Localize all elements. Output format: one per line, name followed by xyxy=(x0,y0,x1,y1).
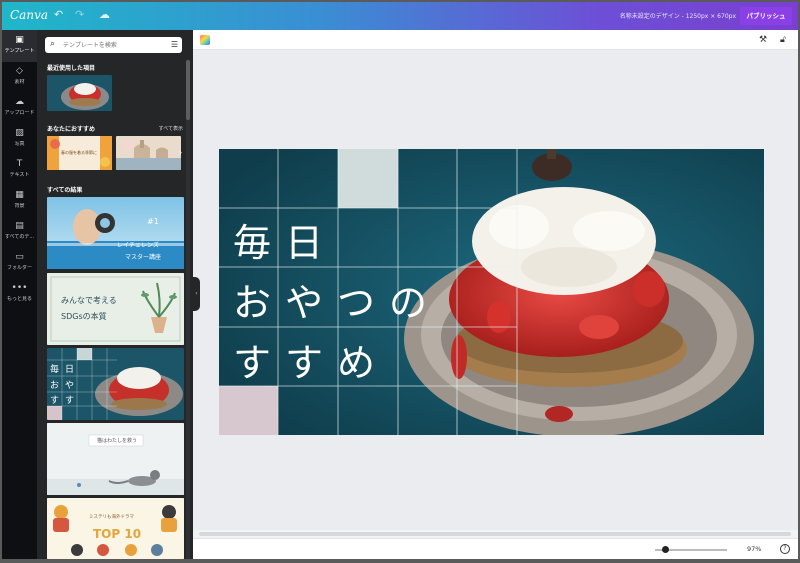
rail-text-label: テキスト xyxy=(9,172,30,178)
rail-all-designs[interactable]: ▤ すべてのデ... xyxy=(2,216,37,248)
rail-photos-icon: ▨ xyxy=(15,128,24,138)
result-thumb-lens[interactable]: #1 レイチェレンズ マスター講座 xyxy=(47,197,184,269)
rail-folders[interactable]: ▭ フォルダー xyxy=(2,247,37,279)
rail-templates-label: テンプレート xyxy=(4,48,35,54)
rail-elements[interactable]: ◇ 素材 xyxy=(2,61,37,93)
lock-icon[interactable]: 🔓︎ xyxy=(780,33,786,47)
rail-more[interactable]: ••• もっと見る xyxy=(2,278,37,310)
result-thumb-top10[interactable]: ミステリも海外ドラマ TOP 10 xyxy=(47,498,184,559)
canva-logo[interactable]: Canva xyxy=(10,8,48,22)
result-thumb-lens-text-2: マスター講座 xyxy=(125,254,162,261)
rail-folders-icon: ▭ xyxy=(15,252,24,262)
rail-more-label: もっと見る xyxy=(6,296,32,302)
zoom-percentage[interactable]: 97% xyxy=(747,545,761,553)
rail-templates[interactable]: ▣ テンプレート xyxy=(2,30,37,62)
result-thumb-snack[interactable]: 毎 日 お や す す xyxy=(47,348,184,420)
rail-photos[interactable]: ▨ 写真 xyxy=(2,123,37,155)
result-thumb-top10-text-2: TOP 10 xyxy=(93,527,142,541)
rail-uploads-label: アップロード xyxy=(4,110,35,116)
undo-icon[interactable]: ↶ xyxy=(54,8,63,22)
template-search-input[interactable] xyxy=(63,39,163,51)
rail-text-icon: T xyxy=(16,159,23,169)
result-thumb-snack-char-6: す xyxy=(65,396,75,406)
side-rail: ▣ テンプレート ◇ 素材 ☁ アップロード ▨ 写真 T テキスト ▦ 背景 ▤ すべてのデ... ▭ フォ… xyxy=(2,30,37,559)
rail-all-designs-label: すべてのデ... xyxy=(4,234,35,240)
help-icon[interactable]: ? xyxy=(780,544,790,554)
rail-background-icon: ▦ xyxy=(15,190,24,200)
redo-icon[interactable]: ↷ xyxy=(75,8,84,22)
canvas-horizontal-scrollbar[interactable] xyxy=(193,530,798,538)
result-thumb-snack-char-2: 日 xyxy=(65,365,75,375)
template-panel: ⌕ ☰ 最近使用した項目 あなたにおすすめ すべて表示 xyxy=(37,30,193,559)
recommend-section-title: あなたにおすすめ xyxy=(47,126,96,133)
rail-all-designs-icon: ▤ xyxy=(15,221,24,231)
result-thumb-sdgs-text-2: SDGsの本質 xyxy=(61,312,107,321)
result-thumb-sdgs-text-1: みんなで考える xyxy=(61,296,117,305)
canvas-toolbar: ⚒ 🔓︎ xyxy=(193,30,798,50)
bottom-bar: 97% ? xyxy=(193,538,798,559)
design-canvas[interactable]: 毎日 おやつの すすめ xyxy=(219,149,764,435)
rail-uploads[interactable]: ☁ アップロード xyxy=(2,92,37,124)
panel-scrollbar-thumb[interactable] xyxy=(186,60,190,120)
rail-background-label: 背景 xyxy=(14,203,25,209)
rail-photos-label: 写真 xyxy=(14,141,25,147)
design-text-line-1[interactable]: 毎日 xyxy=(233,213,337,273)
document-title[interactable]: 名称未設定のデザイン - 1250px × 670px xyxy=(620,11,736,20)
result-thumb-cat-text: 猫はわたしを救う xyxy=(97,438,138,444)
rail-background[interactable]: ▦ 背景 xyxy=(2,185,37,217)
result-thumb-snack-char-4: や xyxy=(65,381,75,391)
result-thumb-snack-char-1: 毎 xyxy=(50,365,60,375)
recommend-thumb-2[interactable] xyxy=(116,136,181,170)
paint-format-icon[interactable]: ⚒ xyxy=(759,33,767,47)
recent-template-thumb[interactable] xyxy=(47,75,112,111)
cloud-save-icon[interactable]: ☁ xyxy=(99,8,110,22)
result-thumb-lens-number: #1 xyxy=(147,217,159,226)
filter-icon[interactable]: ☰ xyxy=(171,39,178,50)
result-thumb-sdgs[interactable]: みんなで考える SDGsの本質 xyxy=(47,273,184,345)
top-bar: Canva ↶ ↷ ☁ 名称未設定のデザイン - 1250px × 670px … xyxy=(2,2,798,30)
rail-elements-icon: ◇ xyxy=(16,66,23,76)
design-text-line-3[interactable]: すすめ xyxy=(233,333,389,393)
design-text-line-2[interactable]: おやつの xyxy=(233,273,441,333)
rail-uploads-icon: ☁ xyxy=(15,97,24,107)
chevron-right-icon[interactable]: › xyxy=(179,148,182,158)
result-thumb-snack-char-5: す xyxy=(50,396,60,406)
publish-button[interactable]: パブリッシュ xyxy=(740,7,792,25)
rail-folders-label: フォルダー xyxy=(6,265,32,271)
rail-text[interactable]: T テキスト xyxy=(2,154,37,186)
see-all-link[interactable]: すべて表示 xyxy=(159,125,183,132)
canvas-area: ⚒ 🔓︎ 毎日 おやつの すすめ 97% ? xyxy=(193,30,798,559)
recommend-thumb-1-text: 春の服を着る季節に xyxy=(61,150,97,155)
rail-more-icon: ••• xyxy=(11,283,28,293)
template-search-box[interactable]: ⌕ ☰ xyxy=(45,37,182,53)
panel-scrollbar-track[interactable] xyxy=(186,60,190,559)
results-section-title: すべての結果 xyxy=(47,187,83,194)
recommend-thumb-1[interactable]: 春の服を着る季節に xyxy=(47,136,112,170)
panel-collapse-handle[interactable]: ‹ xyxy=(193,277,200,311)
rail-templates-icon: ▣ xyxy=(15,35,24,45)
search-icon: ⌕ xyxy=(50,39,56,49)
recent-section-title: 最近使用した項目 xyxy=(47,65,96,72)
color-palette-icon[interactable] xyxy=(200,35,210,45)
result-thumb-snack-char-3: お xyxy=(50,381,60,391)
canva-editor: Canva ↶ ↷ ☁ 名称未設定のデザイン - 1250px × 670px … xyxy=(2,2,798,559)
rail-elements-label: 素材 xyxy=(14,79,25,85)
result-thumb-top10-text-1: ミステリも海外ドラマ xyxy=(89,515,134,520)
result-thumb-cat[interactable]: 猫はわたしを救う xyxy=(47,423,184,495)
result-thumb-lens-text-1: レイチェレンズ xyxy=(117,242,159,249)
zoom-slider-knob[interactable] xyxy=(662,546,670,553)
